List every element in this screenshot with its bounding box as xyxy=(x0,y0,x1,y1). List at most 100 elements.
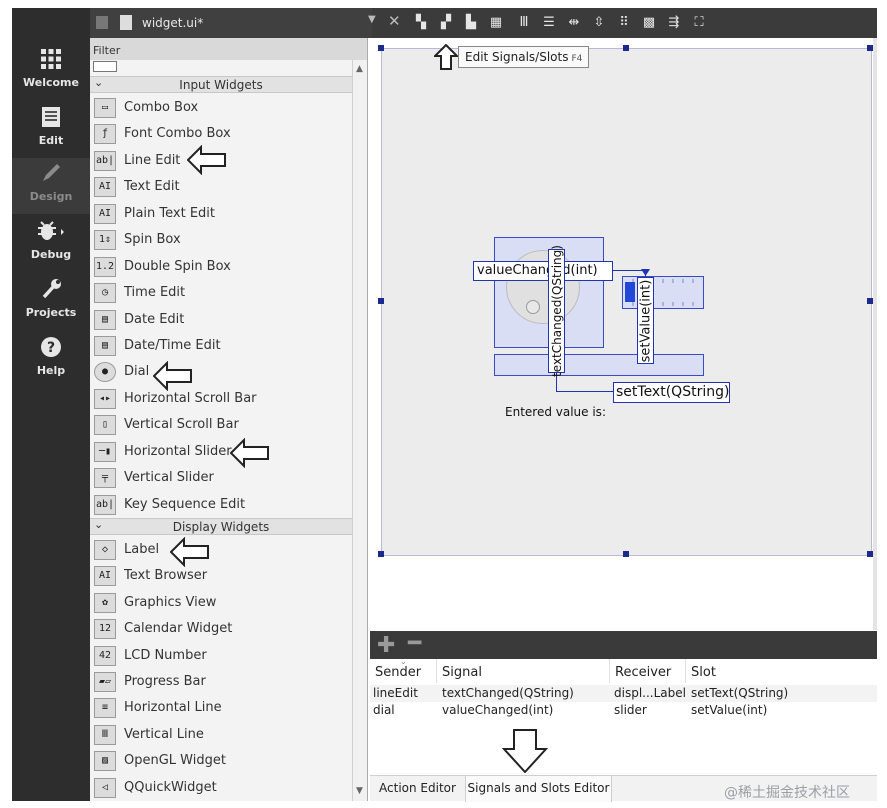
layout-horizontal-button[interactable]: Ⅲ xyxy=(516,14,532,31)
annotation-left-arrow-icon xyxy=(187,145,226,175)
scroll-down-icon[interactable]: ▼ xyxy=(356,786,363,796)
column-header-signal[interactable]: Signal xyxy=(442,665,482,680)
widget-item-graphics-view[interactable]: ✿ Graphics View xyxy=(94,590,352,616)
mode-help[interactable]: ? Help xyxy=(12,332,90,388)
scroll-up-icon[interactable]: ▲ xyxy=(356,64,363,74)
ui-file-icon xyxy=(120,15,132,30)
widget-item-vertical-slider[interactable]: ╤ Vertical Slider xyxy=(94,465,352,491)
widget-item-qquickwidget[interactable]: ◁ QQuickWidget xyxy=(94,775,352,801)
slot-set-text[interactable]: setText(QString) xyxy=(613,382,730,403)
widget-item-label: Calendar Widget xyxy=(124,621,233,636)
widget-box: Filter ⌄ Input Widgets ▭ Combo Box ƒ Font … xyxy=(90,38,368,801)
widget-item-calendar-widget[interactable]: 12 Calendar Widget xyxy=(94,616,352,642)
filter-bar: Filter xyxy=(90,38,367,60)
category-input-widgets[interactable]: ⌄ Input Widgets xyxy=(90,76,352,93)
break-layout-button[interactable]: ⇶ xyxy=(666,14,682,31)
widget-item-horizontal-slider[interactable]: ─▮ Horizontal Slider xyxy=(94,439,352,465)
resize-handle[interactable] xyxy=(623,45,629,51)
widget-item-spin-box[interactable]: 1⇕ Spin Box xyxy=(94,227,352,253)
column-header-receiver[interactable]: Receiver xyxy=(615,665,671,680)
edit-tab-order-button[interactable]: ▦ xyxy=(488,14,504,31)
slot-set-value[interactable]: setValue(int) xyxy=(637,277,654,364)
key-sequence-edit-icon: ab| xyxy=(94,495,116,515)
progress-bar-icon: ▰▱ xyxy=(94,672,116,692)
widget-item-date-time-edit[interactable]: ▤ Date/Time Edit xyxy=(94,333,352,359)
tab-signals-and-slots-editor[interactable]: Signals and Slots Editor xyxy=(466,776,612,802)
layout-vertical-button[interactable]: ☰ xyxy=(541,14,557,31)
tooltip-shortcut: F4 xyxy=(571,54,583,64)
close-document-icon[interactable]: ✕ xyxy=(388,12,401,30)
filter-input[interactable]: Filter xyxy=(93,44,120,57)
widget-item-font-combo-box[interactable]: ƒ Font Combo Box xyxy=(94,121,352,147)
signal-text-changed[interactable]: textChanged(QString) xyxy=(548,245,565,377)
adjust-size-button[interactable]: ⛶ xyxy=(691,14,707,31)
text-edit-icon: AI xyxy=(94,177,116,197)
resize-handle[interactable] xyxy=(623,551,629,557)
mode-debug[interactable]: Debug xyxy=(12,216,90,272)
remove-connection-icon[interactable]: ━ xyxy=(408,631,421,656)
widget-item-opengl-widget[interactable]: ▨ OpenGL Widget xyxy=(94,748,352,774)
slider-handle[interactable] xyxy=(625,282,635,302)
widget-item-text-edit[interactable]: AI Text Edit xyxy=(94,174,352,200)
widget-item-horizontal-scroll-bar[interactable]: ◂▸ Horizontal Scroll Bar xyxy=(94,386,352,412)
calendar-icon: ▤ xyxy=(94,310,116,330)
layout-form-button[interactable]: ⠿ xyxy=(616,14,632,31)
line-edit-widget[interactable] xyxy=(494,354,704,376)
mode-edit[interactable]: Edit xyxy=(12,102,90,158)
grid-icon xyxy=(12,48,90,74)
widget-item-plain-text-edit[interactable]: AI Plain Text Edit xyxy=(94,201,352,227)
widget-item-key-sequence-edit[interactable]: ab| Key Sequence Edit xyxy=(94,492,352,518)
form-canvas[interactable]: valueChanged(int) textChanged(QString) s… xyxy=(378,45,873,557)
tab-action-editor[interactable]: Action Editor xyxy=(370,776,466,802)
splitter-handle[interactable] xyxy=(93,61,117,72)
edit-widgets-button[interactable]: ▚ xyxy=(413,14,429,31)
layout-horizontal-splitter-button[interactable]: ⇹ xyxy=(566,14,582,31)
wrench-icon xyxy=(12,278,90,304)
entered-value-label[interactable]: Entered value is: xyxy=(505,405,606,419)
widget-item-label[interactable]: ◇ Label xyxy=(94,537,352,563)
widget-item-horizontal-line[interactable]: ≡ Horizontal Line xyxy=(94,695,352,721)
widget-item-dial[interactable]: ● Dial xyxy=(94,359,352,385)
widget-item-label: Text Edit xyxy=(124,179,180,194)
mode-projects[interactable]: Projects xyxy=(12,274,90,330)
cell-sender: lineEdit xyxy=(373,686,418,700)
design-area-scrollbar[interactable] xyxy=(873,38,877,630)
widget-item-date-edit[interactable]: ▤ Date Edit xyxy=(94,307,352,333)
widget-item-label: Progress Bar xyxy=(124,674,206,689)
slider-widget[interactable] xyxy=(622,276,704,309)
widget-item-label: Vertical Slider xyxy=(124,470,214,485)
widget-item-double-spin-box[interactable]: 1.2 Double Spin Box xyxy=(94,254,352,280)
add-connection-icon[interactable]: ✚ xyxy=(377,633,395,658)
resize-handle[interactable] xyxy=(378,45,384,51)
widget-item-text-browser[interactable]: AI Text Browser xyxy=(94,563,352,589)
chevron-down-icon[interactable]: ▼ xyxy=(368,14,376,25)
mode-design[interactable]: Design xyxy=(12,158,90,214)
category-display-widgets[interactable]: ⌄ Display Widgets xyxy=(90,518,352,535)
column-header-sender[interactable]: Sender xyxy=(375,665,421,680)
layout-grid-button[interactable]: ▩ xyxy=(641,14,657,31)
widget-item-vertical-line[interactable]: Ⅲ Vertical Line xyxy=(94,722,352,748)
open-file-selector[interactable]: widget.ui* ▼ xyxy=(90,8,376,38)
resize-handle[interactable] xyxy=(378,298,384,304)
widget-item-vertical-scroll-bar[interactable]: ▯ Vertical Scroll Bar xyxy=(94,412,352,438)
cell-receiver: slider xyxy=(614,703,647,717)
mode-welcome[interactable]: Welcome xyxy=(12,44,90,100)
column-header-slot[interactable]: Slot xyxy=(691,665,716,680)
edit-signals-slots-button[interactable]: ▞ xyxy=(438,14,454,31)
back-document-icon xyxy=(96,16,108,29)
widget-item-combo-box[interactable]: ▭ Combo Box xyxy=(94,95,352,121)
resize-handle[interactable] xyxy=(378,551,384,557)
table-row[interactable]: lineEdit textChanged(QString) displ...La… xyxy=(370,685,877,702)
cell-sender: dial xyxy=(373,703,395,717)
cell-slot: setValue(int) xyxy=(691,703,768,717)
table-row[interactable]: dial valueChanged(int) slider setValue(i… xyxy=(370,702,877,719)
line-edit-icon: ab| xyxy=(94,151,116,171)
combo-box-icon: ▭ xyxy=(94,98,116,118)
widget-item-lcd-number[interactable]: 42 LCD Number xyxy=(94,643,352,669)
widget-box-scrollbar[interactable]: ▲ ▼ xyxy=(352,60,367,801)
edit-buddies-button[interactable]: ▙ xyxy=(463,14,479,31)
signal-value-changed[interactable]: valueChanged(int) xyxy=(473,261,613,281)
layout-vertical-splitter-button[interactable]: ⇳ xyxy=(591,14,607,31)
widget-item-time-edit[interactable]: ◷ Time Edit xyxy=(94,280,352,306)
widget-item-progress-bar[interactable]: ▰▱ Progress Bar xyxy=(94,669,352,695)
